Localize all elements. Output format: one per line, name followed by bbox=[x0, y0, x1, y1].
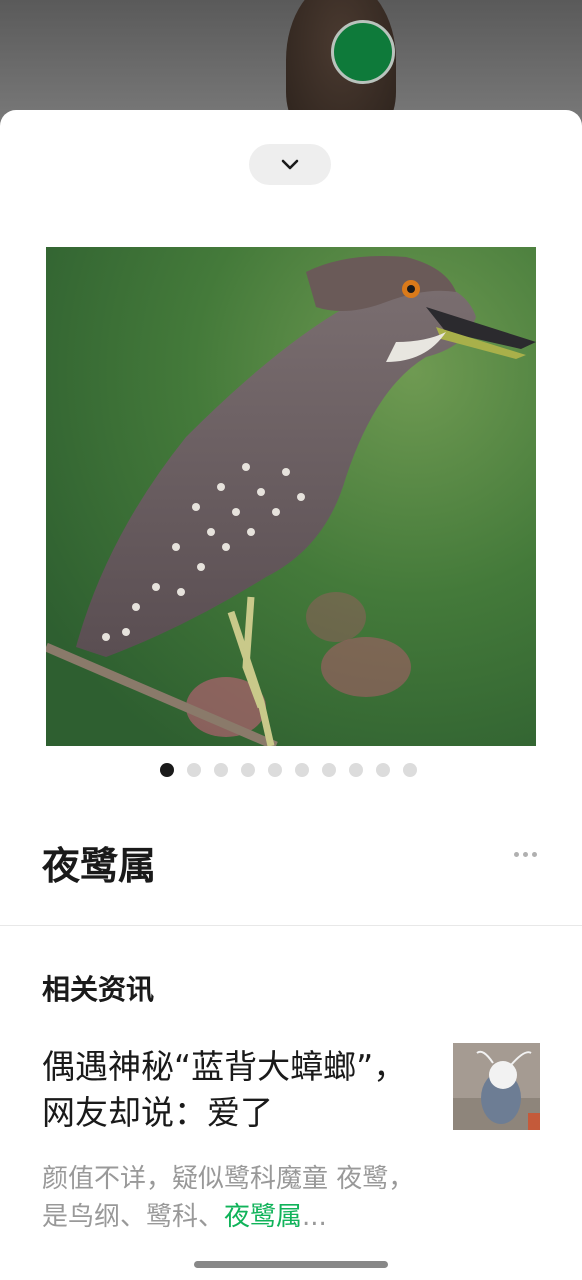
section-divider bbox=[0, 925, 582, 926]
news-thumbnail[interactable] bbox=[453, 1043, 540, 1130]
summary-ellipsis: ... bbox=[302, 1202, 327, 1232]
home-indicator[interactable] bbox=[194, 1261, 388, 1268]
carousel-dot[interactable] bbox=[295, 763, 309, 777]
carousel-indicator bbox=[160, 763, 417, 777]
carousel-dot[interactable] bbox=[403, 763, 417, 777]
carousel-dot[interactable] bbox=[241, 763, 255, 777]
related-news-title: 相关资讯 bbox=[42, 973, 155, 1006]
carousel-dot[interactable] bbox=[214, 763, 228, 777]
carousel-dot[interactable] bbox=[268, 763, 282, 777]
carousel-dot[interactable] bbox=[160, 763, 174, 777]
summary-highlight-link[interactable]: 夜鹭属 bbox=[224, 1202, 302, 1232]
more-horizontal-icon bbox=[514, 851, 519, 857]
news-summary[interactable]: 颜值不详，疑似鹭科魔童 夜鹭，是鸟纲、鹭科、夜鹭属... bbox=[42, 1160, 422, 1236]
collapse-button[interactable] bbox=[249, 144, 331, 185]
capture-button[interactable] bbox=[331, 20, 395, 84]
carousel-dot[interactable] bbox=[322, 763, 336, 777]
carousel-dot[interactable] bbox=[349, 763, 363, 777]
carousel-dot[interactable] bbox=[187, 763, 201, 777]
carousel-dot[interactable] bbox=[376, 763, 390, 777]
chevron-down-icon bbox=[281, 159, 299, 169]
more-options-button[interactable] bbox=[514, 848, 540, 860]
species-photo[interactable] bbox=[46, 247, 536, 746]
bottom-sheet: 夜鹭属 相关资讯 偶遇神秘“蓝背大蟑螂”，网友却说：爱了 颜值不详，疑似鹭科魔童… bbox=[0, 110, 582, 1280]
news-headline[interactable]: 偶遇神秘“蓝背大蟑螂”，网友却说：爱了 bbox=[42, 1044, 422, 1136]
species-title: 夜鹭属 bbox=[42, 844, 157, 888]
